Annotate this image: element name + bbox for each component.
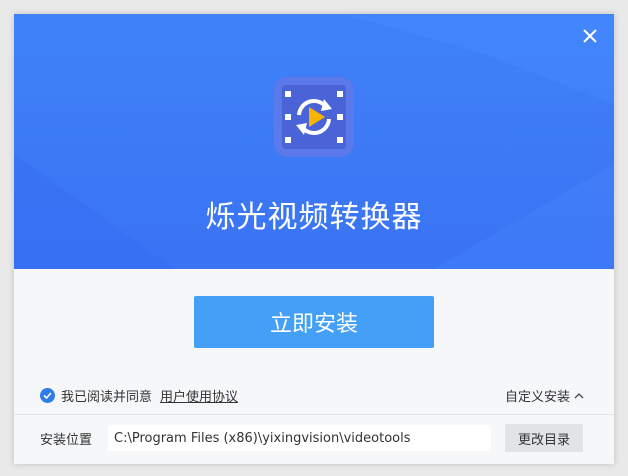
- app-logo: [274, 77, 354, 157]
- header-banner: 烁光视频转换器: [14, 14, 614, 269]
- custom-install-toggle[interactable]: 自定义安装: [505, 386, 584, 405]
- install-path-label: 安装位置: [40, 432, 93, 448]
- close-button[interactable]: [580, 26, 600, 46]
- agreement-row: 我已阅读并同意 用户使用协议: [40, 386, 238, 405]
- video-convert-icon: [274, 77, 354, 157]
- install-path-row: 安装位置 更改目录: [40, 424, 583, 452]
- chevron-up-icon: [574, 392, 584, 398]
- user-agreement-link[interactable]: 用户使用协议: [160, 386, 238, 405]
- divider: [14, 414, 614, 415]
- close-icon[interactable]: [580, 26, 600, 46]
- install-path-input[interactable]: [108, 425, 491, 451]
- agreement-text: 我已阅读并同意: [61, 390, 153, 405]
- change-directory-button[interactable]: 更改目录: [505, 424, 583, 452]
- installer-dialog: 烁光视频转换器 立即安装 我已阅读并同意 用户使用协议 自定义安装 安装位置 更…: [14, 14, 614, 464]
- checkbox-checked-icon[interactable]: [40, 388, 55, 403]
- app-title: 烁光视频转换器: [205, 200, 423, 235]
- install-now-button[interactable]: 立即安装: [194, 296, 434, 348]
- custom-install-label: 自定义安装: [504, 390, 570, 405]
